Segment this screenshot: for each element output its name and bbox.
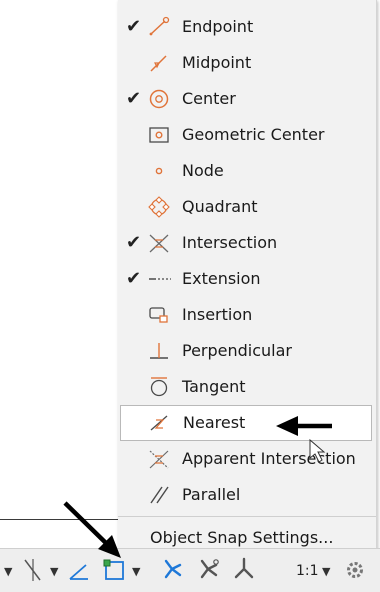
menu-item-nearest[interactable]: Nearest xyxy=(120,405,372,441)
menu-item-label: Intersection xyxy=(182,233,278,252)
object-snap-settings-item[interactable]: Object Snap Settings... xyxy=(150,528,333,547)
node-snap-icon xyxy=(155,167,163,175)
menu-item-label: Insertion xyxy=(182,305,253,324)
drawing-line xyxy=(0,519,118,520)
annotation-visibility-icon[interactable] xyxy=(158,555,186,583)
tangent-snap-icon xyxy=(150,377,168,397)
center-snap-icon xyxy=(149,89,169,109)
midpoint-snap-icon xyxy=(150,55,167,72)
intersection-snap-icon xyxy=(149,234,169,253)
menu-item-center[interactable]: ✔ Center xyxy=(118,81,376,117)
annotation-scale-icon[interactable] xyxy=(230,555,258,583)
object-snap-icon[interactable] xyxy=(100,556,128,584)
menu-item-label: Node xyxy=(182,161,224,180)
menu-item-label: Center xyxy=(182,89,236,108)
menu-item-label: Midpoint xyxy=(182,53,252,72)
menu-item-label: Tangent xyxy=(182,377,246,396)
autoscale-icon[interactable] xyxy=(194,555,222,583)
menu-item-label: Perpendicular xyxy=(182,341,293,360)
annotation-scale-label[interactable]: 1:1 xyxy=(296,563,319,579)
dropdown-arrow[interactable]: ▼ xyxy=(322,565,330,578)
check-mark-icon: ✔ xyxy=(126,16,142,37)
insertion-snap-icon xyxy=(149,307,168,323)
menu-item-midpoint[interactable]: Midpoint xyxy=(118,45,376,81)
menu-item-label: Extension xyxy=(182,269,261,288)
autocad-window: ✔ Endpoint Midpoint ✔ Center Geometric C… xyxy=(0,0,380,592)
dropdown-arrow[interactable]: ▼ xyxy=(50,565,58,578)
status-bar: ▼ ▼ ▼ 1:1 ▼ xyxy=(0,548,380,592)
menu-separator xyxy=(118,516,376,517)
dropdown-arrow[interactable]: ▼ xyxy=(4,565,12,578)
menu-item-endpoint[interactable]: ✔ Endpoint xyxy=(118,9,376,45)
menu-item-parallel[interactable]: Parallel xyxy=(118,477,376,513)
isometric-drafting-icon[interactable] xyxy=(66,557,92,583)
menu-item-label: Endpoint xyxy=(182,17,254,36)
menu-item-extension[interactable]: ✔ Extension xyxy=(118,261,376,297)
perpendicular-snap-icon xyxy=(150,343,168,359)
polar-tracking-icon[interactable] xyxy=(20,557,46,583)
menu-item-label: Apparent Intersection xyxy=(182,449,356,468)
dropdown-arrow[interactable]: ▼ xyxy=(132,565,140,578)
drawing-area[interactable] xyxy=(0,0,118,548)
menu-item-perpendicular[interactable]: Perpendicular xyxy=(118,333,376,369)
object-snap-menu: ✔ Endpoint Midpoint ✔ Center Geometric C… xyxy=(118,0,377,552)
check-mark-icon: ✔ xyxy=(126,268,142,289)
menu-item-label: Quadrant xyxy=(182,197,258,216)
quadrant-snap-icon xyxy=(148,196,170,218)
menu-item-label: Parallel xyxy=(182,485,241,504)
menu-item-label: Nearest xyxy=(183,413,246,432)
nearest-snap-icon xyxy=(150,415,168,431)
menu-item-tangent[interactable]: Tangent xyxy=(118,369,376,405)
geometric-center-snap-icon xyxy=(149,127,169,143)
menu-item-insertion[interactable]: Insertion xyxy=(118,297,376,333)
menu-item-apparent-intersection[interactable]: Apparent Intersection xyxy=(118,441,376,477)
menu-item-node[interactable]: Node xyxy=(118,153,376,189)
endpoint-snap-icon xyxy=(149,16,170,36)
apparent-intersection-snap-icon xyxy=(149,450,169,469)
menu-item-label: Geometric Center xyxy=(182,125,325,144)
parallel-snap-icon xyxy=(150,486,169,504)
menu-item-intersection[interactable]: ✔ Intersection xyxy=(118,225,376,261)
menu-item-quadrant[interactable]: Quadrant xyxy=(118,189,376,225)
workspace-gear-icon[interactable] xyxy=(344,559,366,581)
menu-item-geometric-center[interactable]: Geometric Center xyxy=(118,117,376,153)
extension-snap-icon xyxy=(149,278,171,280)
check-mark-icon: ✔ xyxy=(126,232,142,253)
check-mark-icon: ✔ xyxy=(126,88,142,109)
